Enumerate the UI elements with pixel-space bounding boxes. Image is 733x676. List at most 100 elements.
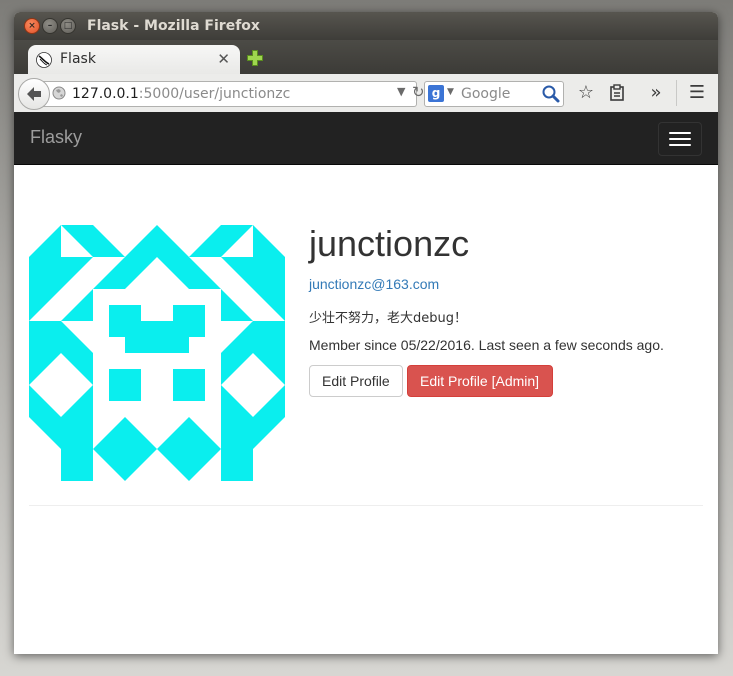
- identicon-cell: [157, 225, 189, 257]
- window-close-button[interactable]: ×: [24, 18, 40, 34]
- identicon-cell: [61, 225, 93, 257]
- identicon-cell: [61, 353, 93, 385]
- profile-email-link[interactable]: junctionzc@163.com: [309, 276, 439, 292]
- identicon-cell: [125, 449, 157, 481]
- hamburger-menu-icon[interactable]: ☰: [685, 81, 709, 105]
- identicon-cell: [29, 289, 61, 321]
- identicon-cell: [125, 225, 157, 257]
- tab-strip: Flask ✕: [14, 40, 718, 74]
- identicon-cell: [221, 385, 253, 417]
- navbar-brand[interactable]: Flasky: [30, 127, 82, 148]
- identicon-cell: [61, 257, 93, 289]
- page-content: junctionzc junctionzc@163.com 少壮不努力，老大de…: [14, 165, 718, 654]
- identicon-cell: [221, 353, 253, 385]
- url-host: 127.0.0.1: [72, 86, 139, 102]
- identicon-cell: [157, 417, 189, 449]
- divider: [29, 505, 703, 506]
- new-tab-plus-icon[interactable]: [246, 49, 264, 67]
- url-dropdown-icon[interactable]: ▼: [397, 85, 405, 98]
- back-button[interactable]: [18, 78, 50, 110]
- identicon-cell: [109, 305, 141, 337]
- identicon-cell: [29, 225, 61, 257]
- hamburger-bar-icon: [669, 144, 691, 146]
- toolbar-separator: [676, 80, 677, 106]
- identicon-cell: [29, 257, 61, 289]
- identicon-cell: [253, 257, 285, 289]
- identicon-cell: [253, 353, 285, 385]
- identicon-cell: [109, 369, 141, 401]
- clipboard-icon: [610, 84, 624, 101]
- identicon-avatar: [29, 225, 285, 481]
- identicon-cell: [157, 449, 189, 481]
- identicon-cell: [253, 417, 285, 449]
- identicon-cell: [189, 417, 221, 449]
- identicon-cell: [189, 257, 221, 289]
- identicon-cell: [61, 289, 93, 321]
- google-g-icon[interactable]: g: [428, 85, 444, 102]
- reload-icon[interactable]: ↻: [412, 83, 425, 101]
- identicon-cell: [61, 321, 93, 353]
- identicon-cell: [93, 449, 125, 481]
- profile-username: junctionzc: [309, 223, 470, 264]
- identicon-cell: [173, 369, 205, 401]
- search-engine-dropdown-icon[interactable]: ▼: [447, 87, 454, 97]
- identicon-cell: [93, 257, 125, 289]
- overflow-chevron-icon[interactable]: »: [644, 81, 668, 105]
- identicon-cell: [61, 417, 93, 449]
- identicon-cell: [221, 289, 253, 321]
- navigation-toolbar: 127.0.0.1:5000/user/junctionzc ▼ ↻ g ▼ G…: [14, 74, 718, 113]
- identicon-cell: [189, 225, 221, 257]
- window-minimize-button[interactable]: –: [42, 18, 58, 34]
- identicon-cell: [29, 321, 61, 353]
- globe-icon: [52, 86, 66, 100]
- identicon-cell: [221, 225, 253, 257]
- identicon-cell: [221, 257, 253, 289]
- identicon-cell: [61, 449, 93, 481]
- bookmarks-menu-icon[interactable]: [605, 81, 629, 105]
- tab-label: Flask: [60, 51, 96, 67]
- title-bar: × – □ Flask - Mozilla Firefox: [14, 12, 718, 40]
- search-placeholder: Google: [461, 86, 511, 102]
- identicon-cell: [221, 417, 253, 449]
- identicon-cell: [93, 417, 125, 449]
- identicon-cell: [221, 321, 253, 353]
- hamburger-bar-icon: [669, 138, 691, 140]
- identicon-cell: [61, 385, 93, 417]
- browser-window: × – □ Flask - Mozilla Firefox Flask ✕ 12…: [14, 12, 718, 654]
- search-bar[interactable]: g ▼ Google: [424, 81, 564, 107]
- identicon-cell: [29, 353, 61, 385]
- identicon-cell: [221, 449, 253, 481]
- minimize-icon: –: [47, 21, 53, 31]
- profile-about-me: 少壮不努力，老大debug！: [309, 311, 467, 326]
- edit-profile-admin-button[interactable]: Edit Profile [Admin]: [407, 365, 553, 397]
- profile-member-since: Member since 05/22/2016. Last seen a few…: [309, 337, 664, 353]
- identicon-cell: [29, 417, 61, 449]
- hamburger-bar-icon: [669, 132, 691, 134]
- url-bar[interactable]: 127.0.0.1:5000/user/junctionzc ▼ ↻: [42, 81, 425, 107]
- tab-close-icon[interactable]: ✕: [217, 50, 230, 68]
- window-maximize-button[interactable]: □: [60, 18, 76, 34]
- search-magnifier-icon[interactable]: [541, 84, 561, 104]
- identicon-cell: [173, 305, 205, 337]
- identicon-cell: [125, 257, 157, 289]
- browser-tab[interactable]: Flask ✕: [28, 45, 240, 74]
- identicon-cell: [157, 257, 189, 289]
- url-text: 127.0.0.1:5000/user/junctionzc: [72, 86, 290, 102]
- url-path: :5000/user/junctionzc: [138, 86, 291, 102]
- identicon-cell: [253, 289, 285, 321]
- bookmark-star-icon[interactable]: ☆: [574, 81, 598, 105]
- identicon-cell: [253, 225, 285, 257]
- navbar-toggle-button[interactable]: [658, 122, 702, 156]
- identicon-cell: [125, 417, 157, 449]
- window-title: Flask - Mozilla Firefox: [87, 18, 260, 34]
- flask-favicon-icon: [36, 52, 52, 68]
- identicon-cell: [253, 385, 285, 417]
- identicon-cell: [93, 225, 125, 257]
- identicon-cell: [189, 449, 221, 481]
- maximize-icon: □: [63, 21, 73, 31]
- edit-profile-button[interactable]: Edit Profile: [309, 365, 403, 397]
- close-icon: ×: [28, 21, 36, 31]
- identicon-cell: [29, 385, 61, 417]
- back-arrow-icon: [27, 87, 41, 101]
- identicon-cell: [253, 321, 285, 353]
